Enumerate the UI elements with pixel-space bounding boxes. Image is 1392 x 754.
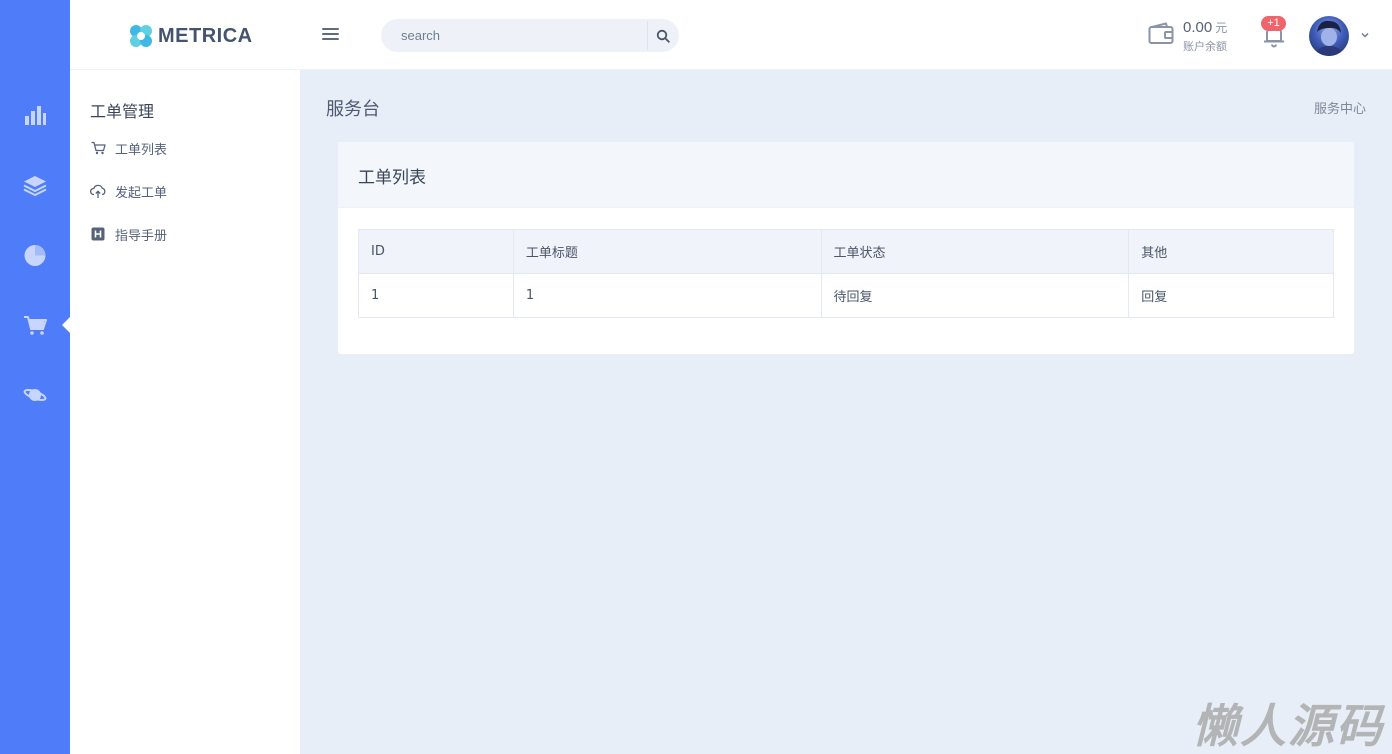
table-row: 1 1 待回复 回复 (358, 273, 1334, 318)
sidebar-item-label: 指导手册 (115, 228, 168, 244)
icon-rail (0, 0, 70, 754)
balance-amount: 0.00 (1183, 19, 1213, 36)
brand-name: METRICA (158, 24, 253, 47)
column-header-status: 工单状态 (820, 229, 1130, 274)
cell-id: 1 (358, 273, 514, 318)
sidebar-item-guide[interactable]: 指导手册 (90, 224, 167, 244)
pie-chart-icon[interactable] (23, 243, 47, 267)
sidebar-item-new-ticket[interactable]: 发起工单 (90, 181, 167, 201)
sidebar-item-label: 发起工单 (115, 185, 168, 201)
user-avatar-image (1315, 20, 1343, 56)
search-icon (656, 29, 670, 43)
cloud-upload-icon (90, 183, 106, 199)
planet-icon[interactable] (23, 383, 47, 407)
sidebar-item-label: 工单列表 (115, 142, 168, 158)
notification-badge: +1 (1261, 16, 1286, 31)
avatar[interactable] (1309, 16, 1349, 56)
menu-toggle-icon[interactable] (320, 25, 340, 45)
balance-unit: 元 (1215, 21, 1228, 35)
cell-status: 待回复 (820, 273, 1130, 318)
brand-logo[interactable]: METRICA (128, 22, 253, 50)
search-box (381, 19, 679, 52)
wallet-icon[interactable] (1148, 22, 1174, 46)
card-title: 工单列表 (358, 168, 426, 188)
page-title: 服务台 (326, 99, 380, 120)
watermark: 懒人源码 (1192, 699, 1384, 753)
column-header-title: 工单标题 (512, 229, 822, 274)
balance-label: 账户余额 (1183, 40, 1227, 53)
reply-link[interactable]: 回复 (1128, 273, 1334, 318)
chevron-down-icon[interactable] (1358, 28, 1372, 42)
sidebar: 工单管理 工单列表 发起工单 指导手册 (70, 70, 300, 754)
layers-icon[interactable] (23, 173, 47, 197)
top-header: METRICA 0.00元 账户余额 +1 (70, 0, 1392, 70)
ticket-list-card: 工单列表 ID 工单标题 工单状态 其他 1 1 待回复 回复 (338, 142, 1354, 354)
sidebar-item-ticket-list[interactable]: 工单列表 (90, 138, 167, 158)
cart-icon[interactable] (23, 313, 47, 337)
card-header: 工单列表 (338, 142, 1354, 208)
ticket-table: ID 工单标题 工单状态 其他 1 1 待回复 回复 (358, 229, 1334, 318)
column-header-other: 其他 (1128, 229, 1334, 274)
cell-title: 1 (512, 273, 822, 318)
bar-chart-icon[interactable] (23, 103, 47, 127)
sidebar-title: 工单管理 (90, 102, 155, 121)
account-balance: 0.00 元 账户余额 (1183, 17, 1227, 54)
search-input[interactable] (381, 19, 643, 52)
active-indicator (62, 317, 70, 333)
cart-icon (90, 140, 106, 156)
metrica-logo-icon (130, 25, 152, 47)
breadcrumb[interactable]: 服务中心 (1314, 98, 1366, 117)
column-header-id: ID (358, 229, 514, 274)
table-header-row: ID 工单标题 工单状态 其他 (358, 229, 1334, 274)
search-button[interactable] (647, 21, 677, 50)
h-square-icon (90, 226, 106, 242)
